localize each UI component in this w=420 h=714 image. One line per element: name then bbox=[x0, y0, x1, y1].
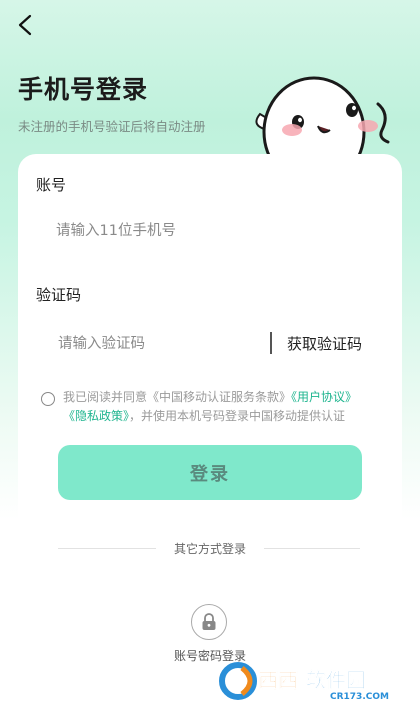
back-button[interactable] bbox=[10, 10, 40, 40]
page-subtitle: 未注册的手机号验证后将自动注册 bbox=[18, 119, 206, 134]
watermark-logo: 西西 软件园 CR173.COM bbox=[219, 662, 389, 702]
svg-text:西西: 西西 bbox=[258, 668, 298, 692]
agreement-checkbox[interactable] bbox=[41, 392, 55, 406]
phone-input[interactable] bbox=[54, 218, 358, 244]
svg-text:软件园: 软件园 bbox=[306, 668, 366, 692]
page-title: 手机号登录 bbox=[18, 75, 149, 104]
agreement-text: 我已阅读并同意《中国移动认证服务条款》《用户协议》《隐私政策》，并使用本机号码登… bbox=[63, 388, 369, 426]
get-code-button[interactable]: 获取验证码 bbox=[287, 333, 362, 354]
back-arrow-icon bbox=[18, 14, 32, 36]
account-label: 账号 bbox=[36, 176, 67, 194]
agreement-prefix: 我已阅读并同意《中国移动认证服务条款》 bbox=[63, 390, 292, 404]
verification-code-input[interactable] bbox=[56, 331, 265, 357]
svg-text:CR173.COM: CR173.COM bbox=[330, 692, 389, 702]
code-label: 验证码 bbox=[36, 286, 82, 304]
input-divider bbox=[270, 332, 272, 354]
agreement-suffix: ，并使用本机号码登录中国移动提供认证 bbox=[129, 409, 346, 423]
user-agreement-link[interactable]: 《用户协议》 bbox=[291, 390, 357, 404]
other-login-label: 其它方式登录 bbox=[173, 542, 246, 556]
lock-icon bbox=[202, 613, 216, 630]
login-button[interactable]: 登录 bbox=[58, 445, 362, 500]
password-login-button[interactable] bbox=[191, 604, 227, 640]
privacy-policy-link[interactable]: 《隐私政策》 bbox=[63, 409, 129, 423]
